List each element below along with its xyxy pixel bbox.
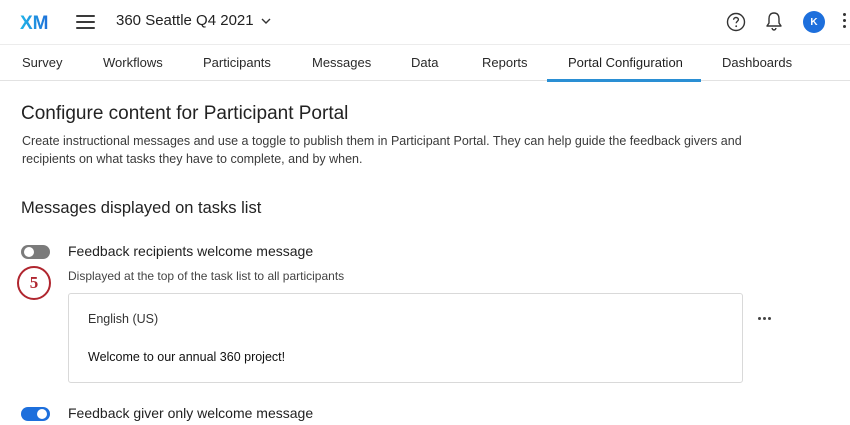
menu-icon[interactable] — [76, 14, 95, 30]
top-bar: XM 360 Seattle Q4 2021 K — [0, 0, 850, 44]
logo-text: XM — [20, 13, 49, 34]
toggle-knob — [24, 247, 34, 257]
page-title: Configure content for Participant Portal — [21, 103, 349, 124]
active-tab-indicator — [547, 79, 701, 82]
tab-workflows[interactable]: Workflows — [103, 55, 163, 70]
page-description: Create instructional messages and use a … — [22, 134, 742, 166]
tab-reports[interactable]: Reports — [482, 55, 528, 70]
tab-dashboards[interactable]: Dashboards — [722, 55, 792, 70]
tab-participants[interactable]: Participants — [203, 55, 271, 70]
tab-data[interactable]: Data — [411, 55, 438, 70]
tab-bar: Survey Workflows Participants Messages D… — [0, 44, 850, 82]
giver-message-toggle[interactable] — [21, 407, 50, 421]
toggle-knob — [37, 409, 47, 419]
recipients-message-subtitle: Displayed at the top of the task list to… — [68, 269, 345, 283]
chevron-down-icon — [261, 18, 271, 24]
recipients-message-title: Feedback recipients welcome message — [68, 243, 314, 259]
recipients-message-toggle[interactable] — [21, 245, 50, 259]
user-avatar[interactable]: K — [803, 11, 825, 33]
more-options-icon[interactable] — [758, 307, 776, 320]
step-number: 5 — [29, 273, 39, 292]
language-label: English (US) — [88, 312, 159, 326]
giver-message-title: Feedback giver only welcome message — [68, 405, 314, 421]
xm-logo[interactable]: XM — [20, 10, 56, 34]
help-icon[interactable] — [726, 12, 746, 32]
more-options-icon[interactable] — [842, 13, 848, 31]
project-selector[interactable]: 360 Seattle Q4 2021 — [116, 12, 272, 29]
tab-portal-configuration[interactable]: Portal Configuration — [568, 55, 683, 70]
message-editor-box[interactable]: English (US) Welcome to our annual 360 p… — [68, 293, 743, 383]
step-number-badge: 5 — [17, 266, 51, 300]
section-title: Messages displayed on tasks list — [21, 199, 262, 217]
message-body: Welcome to our annual 360 project! — [88, 350, 286, 364]
project-name: 360 Seattle Q4 2021 — [116, 12, 254, 29]
tab-survey[interactable]: Survey — [22, 55, 62, 70]
tab-messages[interactable]: Messages — [312, 55, 371, 70]
avatar-initial: K — [810, 16, 818, 28]
notification-bell-icon[interactable] — [765, 11, 783, 32]
